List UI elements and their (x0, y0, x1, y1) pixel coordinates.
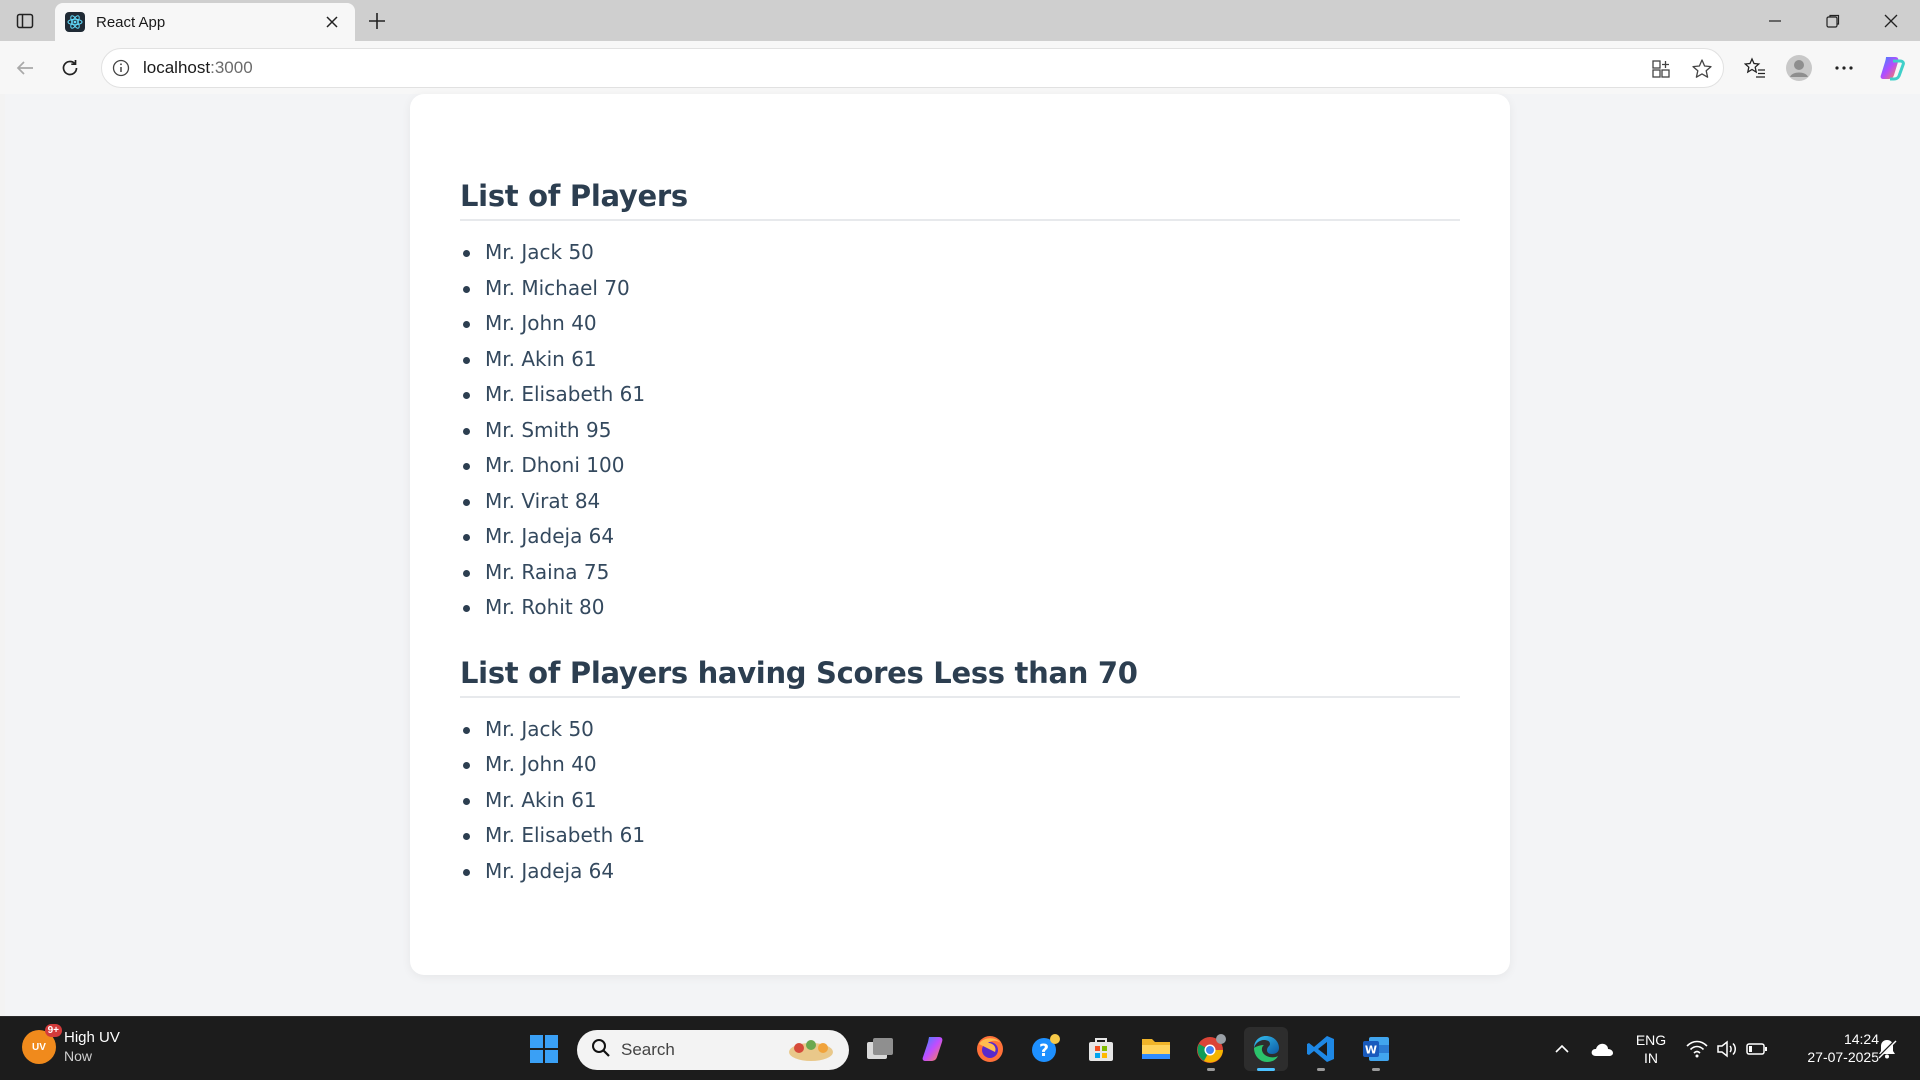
running-indicator (1207, 1068, 1215, 1071)
section-heading-all-players: List of Players (460, 179, 1460, 221)
search-label: Search (621, 1040, 675, 1059)
list-item: Mr. Jadeja 64 (460, 854, 1460, 890)
list-item: Mr. John 40 (460, 306, 1460, 342)
notification-bell-icon[interactable] (1875, 1037, 1899, 1061)
more-options-icon[interactable] (1827, 51, 1861, 85)
svg-text:W: W (1365, 1044, 1377, 1057)
list-item: Mr. Rohit 80 (460, 590, 1460, 626)
browser-titlebar: React App (0, 0, 1920, 41)
section-heading-low-scores: List of Players having Scores Less than … (460, 656, 1460, 698)
list-item: Mr. Akin 61 (460, 342, 1460, 378)
url-text[interactable]: localhost:3000 (143, 58, 253, 78)
input-language[interactable]: ENG IN (1628, 1031, 1674, 1067)
restore-window-icon[interactable] (1804, 0, 1862, 41)
list-item: Mr. Dhoni 100 (460, 448, 1460, 484)
start-icon[interactable] (522, 1027, 566, 1071)
language-region: IN (1644, 1050, 1658, 1066)
onedrive-cloud-icon[interactable] (1590, 1037, 1614, 1061)
uv-sun-icon: UV 9+ (22, 1024, 62, 1064)
running-indicator (1317, 1068, 1325, 1071)
battery-icon[interactable] (1745, 1037, 1769, 1061)
svg-text:?: ? (1039, 1041, 1049, 1061)
list-item: Mr. Michael 70 (460, 271, 1460, 307)
wifi-icon[interactable] (1685, 1037, 1709, 1061)
weather-title: High UV (64, 1029, 120, 1046)
page-viewport: List of Players Mr. Jack 50 Mr. Michael … (5, 94, 1920, 1016)
clock-date: 27-07-2025 (1807, 1049, 1879, 1065)
clock-time: 14:24 (1843, 1031, 1879, 1047)
language-code: ENG (1635, 1032, 1667, 1048)
copilot-app-icon[interactable] (913, 1027, 957, 1071)
running-indicator (1372, 1068, 1380, 1071)
taskbar-search-box[interactable]: Search (577, 1030, 849, 1070)
favorite-star-icon[interactable] (1685, 52, 1719, 86)
store-icon[interactable] (1079, 1027, 1123, 1071)
weather-subtitle: Now (64, 1048, 93, 1064)
notification-badge: 9+ (44, 1024, 62, 1037)
help-icon[interactable]: ? (1024, 1027, 1068, 1071)
new-tab-icon[interactable] (362, 6, 392, 36)
url-host: localhost (143, 58, 211, 77)
clock[interactable]: 14:24 27-07-2025 (1783, 1030, 1879, 1066)
uv-icon-text: UV (32, 1041, 46, 1053)
search-highlight-icon (785, 1036, 837, 1069)
app-available-icon[interactable] (1644, 52, 1678, 86)
list-item: Mr. Elisabeth 61 (460, 818, 1460, 854)
list-item: Mr. John 40 (460, 747, 1460, 783)
back-arrow-icon[interactable] (8, 51, 42, 85)
windows-taskbar: UV 9+ High UV Now Search ? W ENG IN 14:2… (0, 1016, 1920, 1080)
refresh-icon[interactable] (53, 51, 87, 85)
list-item: Mr. Raina 75 (460, 555, 1460, 591)
close-window-icon[interactable] (1862, 0, 1920, 41)
task-view-icon[interactable] (858, 1027, 902, 1071)
list-item: Mr. Akin 61 (460, 783, 1460, 819)
search-icon (591, 1038, 611, 1063)
list-item: Mr. Elisabeth 61 (460, 377, 1460, 413)
copilot-icon[interactable] (1875, 51, 1909, 85)
low-score-players-list: Mr. Jack 50 Mr. John 40 Mr. Akin 61 Mr. … (460, 712, 1460, 890)
site-info-icon[interactable] (111, 58, 131, 78)
profile-avatar-icon[interactable] (1782, 51, 1816, 85)
list-item: Mr. Smith 95 (460, 413, 1460, 449)
url-port: :3000 (210, 58, 253, 77)
edge-icon[interactable] (1244, 1027, 1288, 1071)
content-card: List of Players Mr. Jack 50 Mr. Michael … (410, 94, 1510, 975)
tab-actions-menu-icon[interactable] (10, 6, 40, 36)
players-list: Mr. Jack 50 Mr. Michael 70 Mr. John 40 M… (460, 235, 1460, 626)
volume-icon[interactable] (1715, 1037, 1739, 1061)
react-logo-icon (65, 12, 85, 32)
weather-widget[interactable]: UV 9+ High UV Now (22, 1024, 120, 1065)
show-hidden-icons-chevron-icon[interactable] (1550, 1037, 1574, 1061)
favorites-list-icon[interactable] (1738, 51, 1772, 85)
list-item: Mr. Jack 50 (460, 235, 1460, 271)
chrome-icon[interactable] (1189, 1027, 1233, 1071)
list-item: Mr. Virat 84 (460, 484, 1460, 520)
browser-toolbar: localhost:3000 (0, 41, 1920, 94)
browser-tab-active[interactable]: React App (55, 3, 355, 41)
minimize-window-icon[interactable] (1746, 0, 1804, 41)
address-bar[interactable]: localhost:3000 (101, 48, 1724, 88)
file-explorer-icon[interactable] (1134, 1027, 1178, 1071)
firefox-icon[interactable] (968, 1027, 1012, 1071)
active-indicator (1257, 1068, 1275, 1071)
tab-title: React App (96, 13, 166, 31)
list-item: Mr. Jadeja 64 (460, 519, 1460, 555)
vscode-icon[interactable] (1299, 1027, 1343, 1071)
close-tab-icon[interactable] (321, 11, 343, 33)
word-icon[interactable]: W (1354, 1027, 1398, 1071)
list-item: Mr. Jack 50 (460, 712, 1460, 748)
